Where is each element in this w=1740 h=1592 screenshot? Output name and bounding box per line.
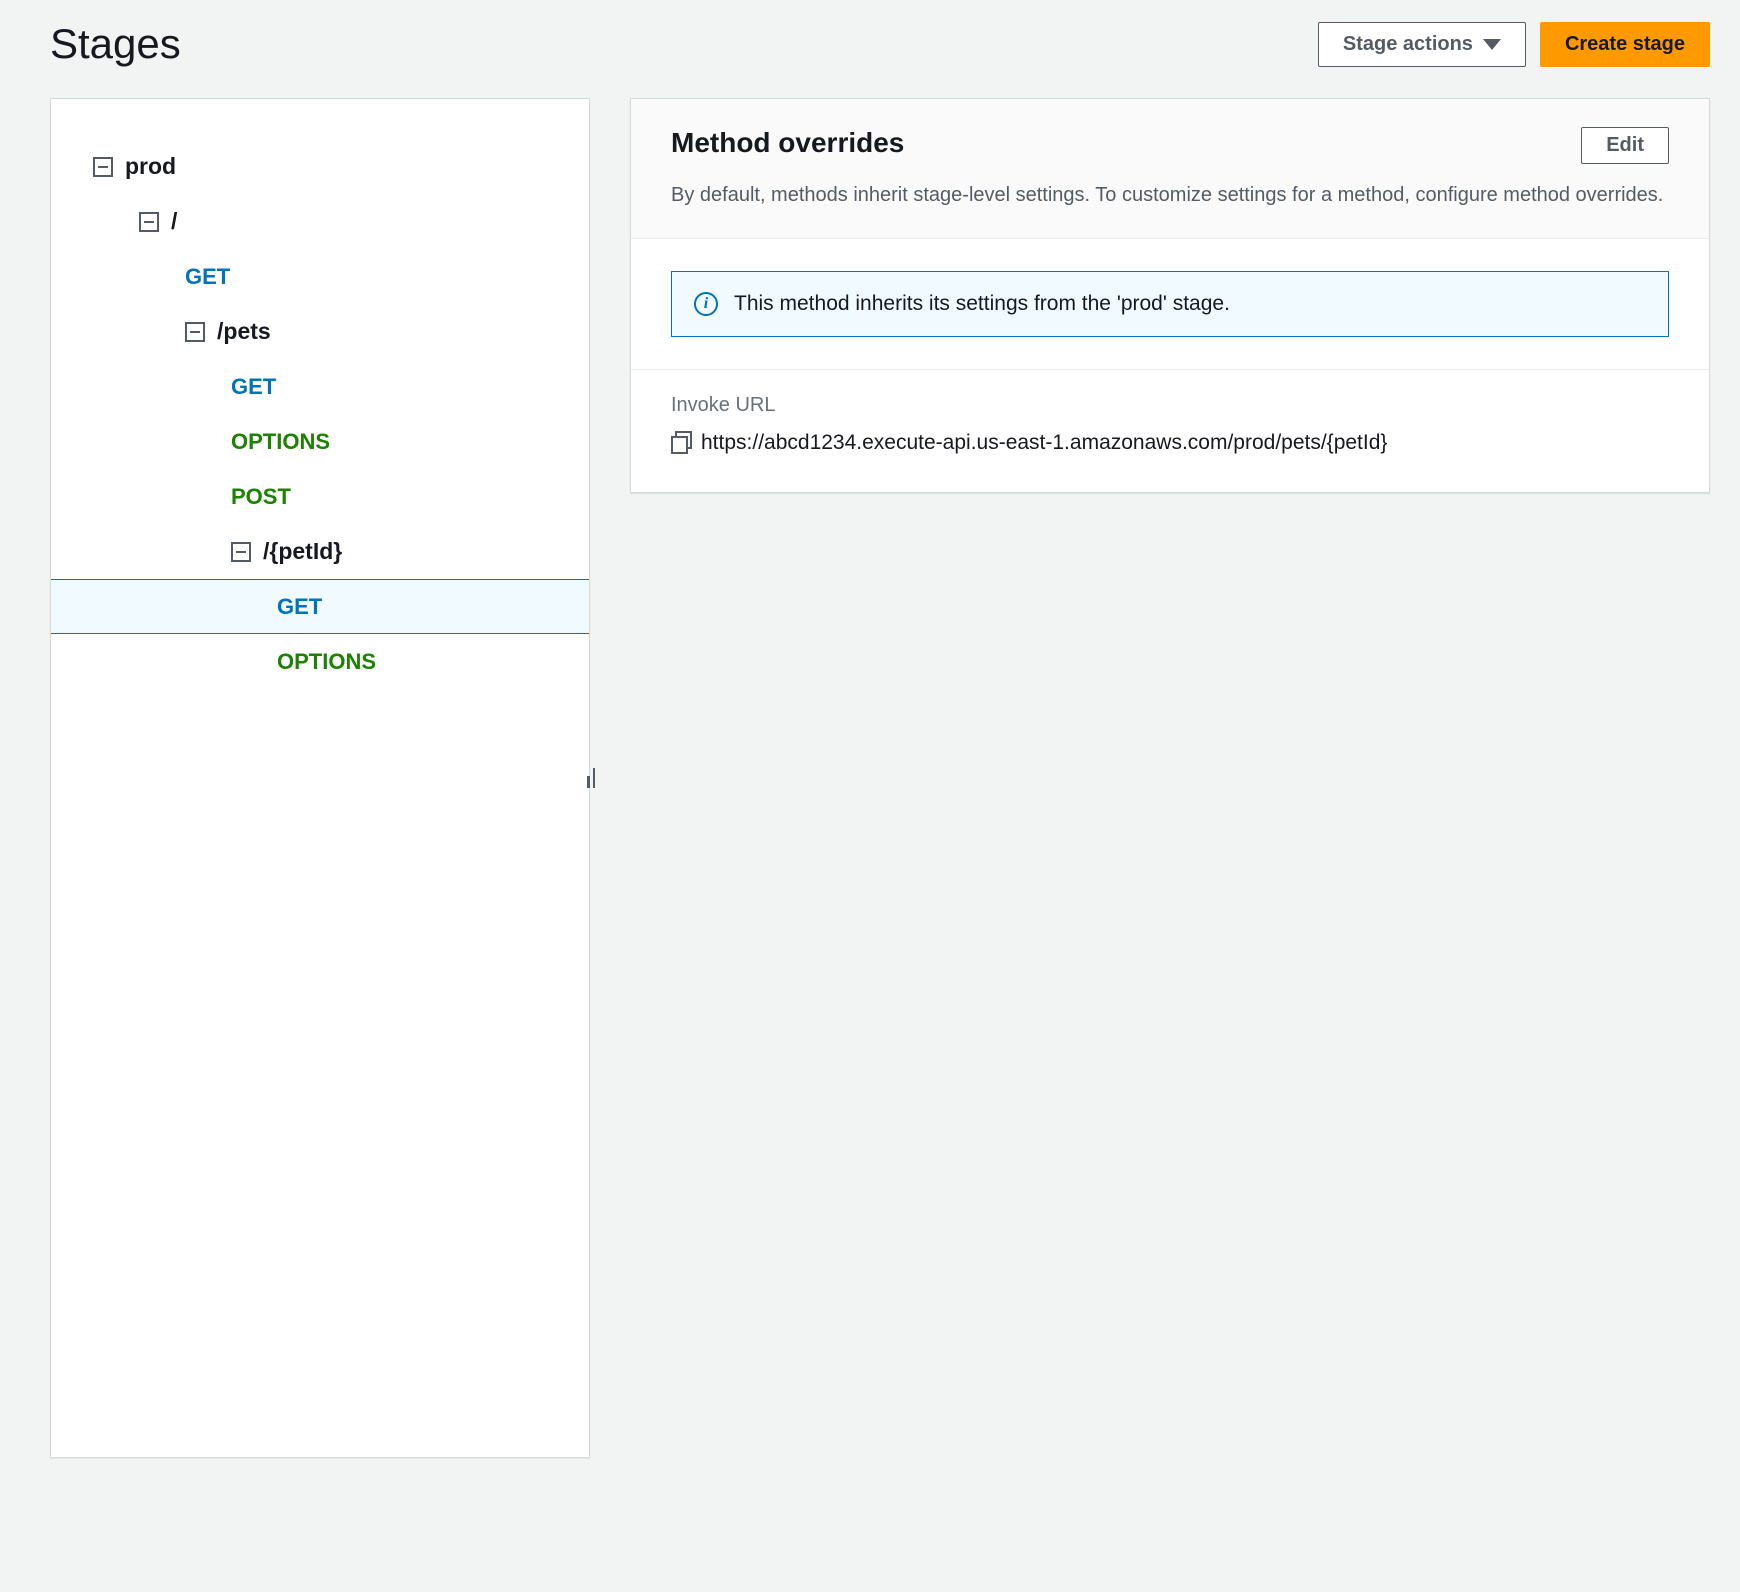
info-icon: [694, 292, 718, 316]
tree-label-stage: prod: [125, 153, 176, 180]
tree-label-petid: /{petId}: [263, 538, 342, 565]
tree-node-root-get[interactable]: GET: [51, 249, 589, 304]
tree-node-pets[interactable]: /pets: [51, 304, 589, 359]
tree-node-stage[interactable]: prod: [51, 139, 589, 194]
method-label-options: OPTIONS: [277, 649, 376, 675]
tree-node-petid[interactable]: /{petId}: [51, 524, 589, 579]
method-label-options: OPTIONS: [231, 429, 330, 455]
tree-label-pets: /pets: [217, 318, 271, 345]
invoke-url-label: Invoke URL: [671, 394, 1669, 417]
caret-down-icon: [1483, 39, 1501, 50]
method-label-post: POST: [231, 484, 291, 510]
detail-panel: Method overrides Edit By default, method…: [630, 98, 1710, 493]
edit-button[interactable]: Edit: [1581, 127, 1669, 164]
tree-label-root: /: [171, 208, 177, 235]
method-label-get: GET: [231, 374, 276, 400]
collapse-icon[interactable]: [231, 542, 251, 562]
copy-icon[interactable]: [671, 431, 691, 451]
tree-node-root[interactable]: /: [51, 194, 589, 249]
header-actions: Stage actions Create stage: [1318, 22, 1710, 67]
detail-title: Method overrides: [671, 127, 904, 159]
detail-description: By default, methods inherit stage-level …: [671, 180, 1669, 210]
method-label-get: GET: [277, 594, 322, 620]
info-message: This method inherits its settings from t…: [734, 292, 1230, 316]
method-label-get: GET: [185, 264, 230, 290]
stage-actions-button[interactable]: Stage actions: [1318, 22, 1526, 67]
collapse-icon[interactable]: [139, 212, 159, 232]
invoke-url-section: Invoke URL https://abcd1234.execute-api.…: [631, 370, 1709, 492]
create-stage-button[interactable]: Create stage: [1540, 22, 1710, 67]
tree-node-petid-get[interactable]: GET: [51, 579, 589, 634]
collapse-icon[interactable]: [185, 322, 205, 342]
tree-node-petid-options[interactable]: OPTIONS: [51, 634, 589, 689]
invoke-url-value: https://abcd1234.execute-api.us-east-1.a…: [701, 427, 1387, 460]
tree-node-pets-post[interactable]: POST: [51, 469, 589, 524]
info-box: This method inherits its settings from t…: [671, 271, 1669, 337]
stage-actions-label: Stage actions: [1343, 33, 1473, 56]
detail-header: Method overrides Edit By default, method…: [631, 99, 1709, 239]
tree-node-pets-get[interactable]: GET: [51, 359, 589, 414]
tree-node-pets-options[interactable]: OPTIONS: [51, 414, 589, 469]
resource-tree-panel: prod / GET /pets GET OPTIONS POST: [50, 98, 590, 1458]
resize-handle-icon[interactable]: [587, 768, 595, 788]
collapse-icon[interactable]: [93, 157, 113, 177]
page-title: Stages: [50, 20, 181, 68]
